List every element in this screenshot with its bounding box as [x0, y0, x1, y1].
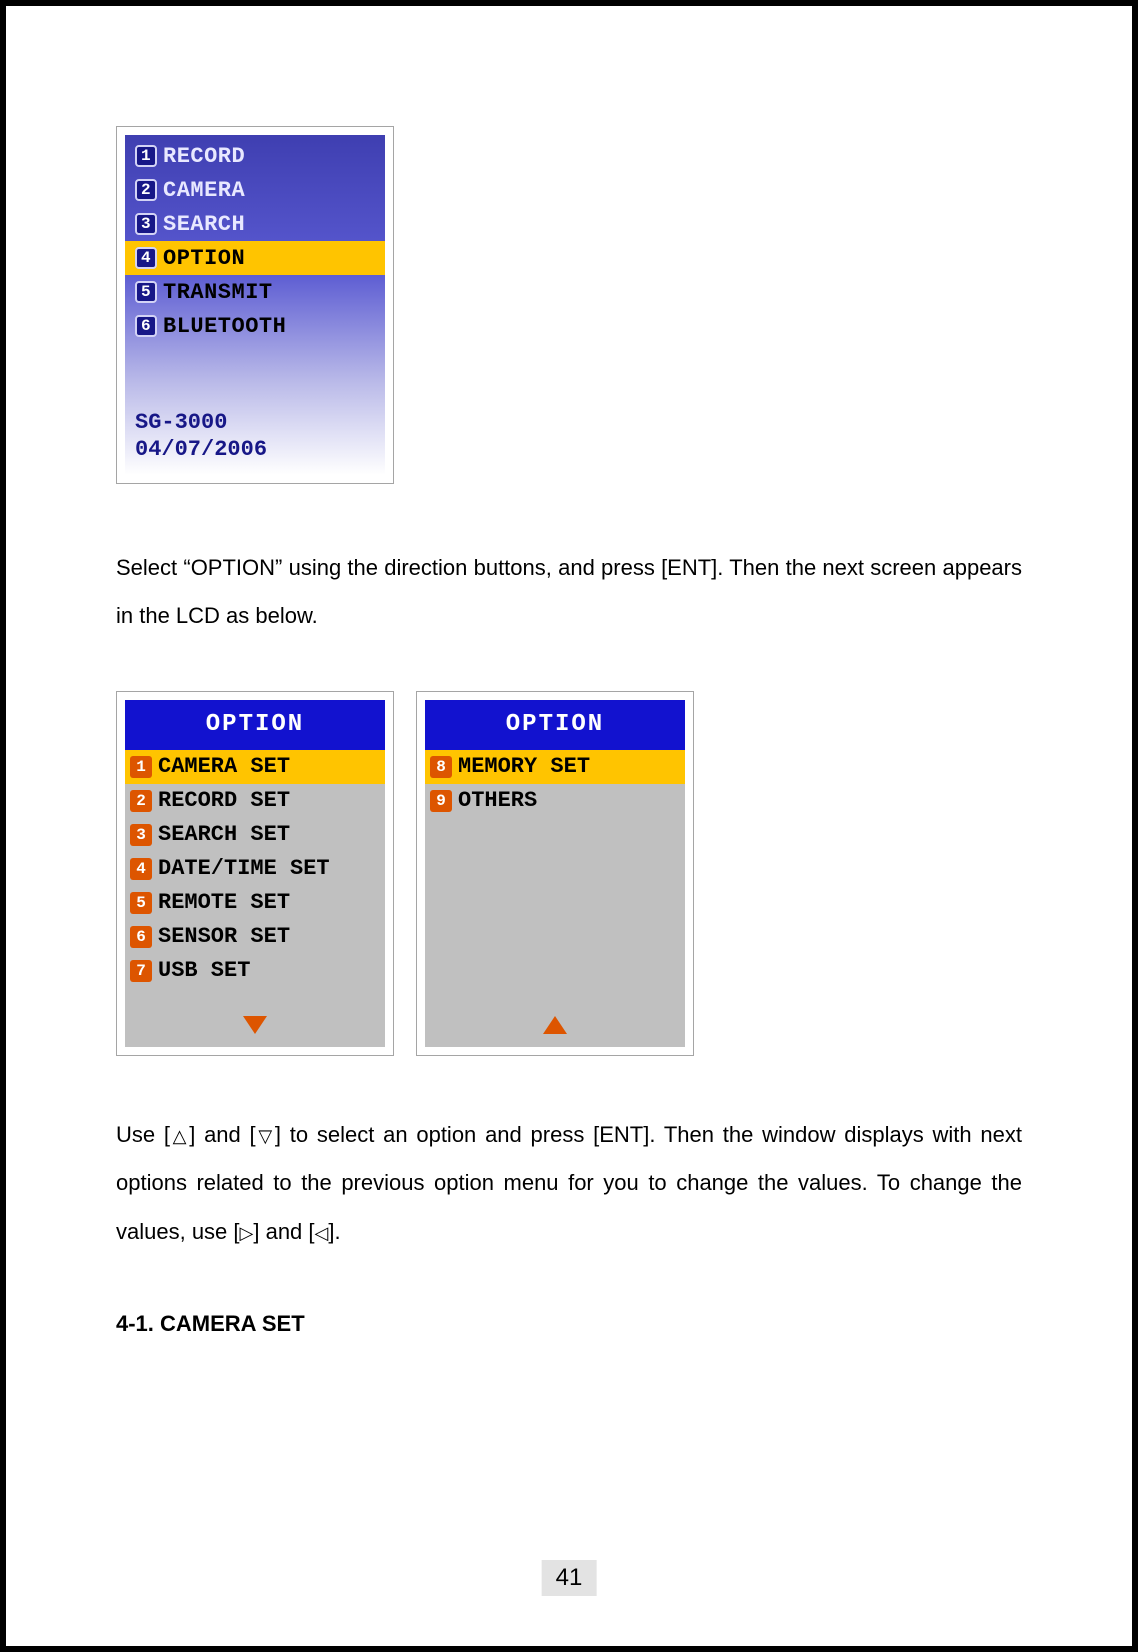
option-item-label: CAMERA SET [158, 754, 290, 779]
device-info: SG-3000 04/07/2006 [135, 410, 267, 463]
option-item-label: DATE/TIME SET [158, 856, 330, 881]
main-menu-item[interactable]: 1 RECORD [125, 139, 385, 173]
option-item[interactable]: 5 REMOTE SET [125, 886, 385, 920]
option-item-label: OTHERS [458, 788, 537, 813]
p2a: Use [ [116, 1122, 170, 1147]
menu-item-label: CAMERA [163, 178, 245, 203]
p2b: ] and [ [189, 1122, 255, 1147]
option-item[interactable]: 1 CAMERA SET [125, 750, 385, 784]
option-item[interactable]: 2 RECORD SET [125, 784, 385, 818]
menu-item-number: 3 [135, 213, 157, 235]
option-item[interactable]: 4 DATE/TIME SET [125, 852, 385, 886]
down-arrow-icon: ▽ [256, 1126, 275, 1146]
option-item-number: 7 [130, 960, 152, 982]
option-screens-row: OPTION 1 CAMERA SET 2 RECORD SET 3 SEARCH SET… [116, 691, 1022, 1056]
main-menu-item[interactable]: 5 TRANSMIT [125, 275, 385, 309]
option-list-left: 1 CAMERA SET 2 RECORD SET 3 SEARCH SET 4 DATE/T… [125, 750, 385, 988]
paragraph-select-option: Select “OPTION” using the direction butt… [116, 544, 1022, 641]
main-menu-item[interactable]: 2 CAMERA [125, 173, 385, 207]
option-title-left: OPTION [125, 700, 385, 750]
option-item-label: MEMORY SET [458, 754, 590, 779]
scroll-up-icon [425, 1016, 685, 1039]
menu-item-label: RECORD [163, 144, 245, 169]
menu-item-number: 5 [135, 281, 157, 303]
device-model: SG-3000 [135, 410, 267, 436]
option-lcd-right: OPTION 8 MEMORY SET 9 OTHERS [416, 691, 694, 1056]
menu-item-label: BLUETOOTH [163, 314, 286, 339]
option-list-right: 8 MEMORY SET 9 OTHERS [425, 750, 685, 818]
main-menu-list: 1 RECORD 2 CAMERA 3 SEARCH 4 OPTION 5 TRANSMIT 6 BL… [125, 135, 385, 343]
menu-item-number: 1 [135, 145, 157, 167]
option-item-number: 6 [130, 926, 152, 948]
scroll-down-icon [125, 1016, 385, 1039]
page-number: 41 [542, 1560, 597, 1596]
menu-item-number: 4 [135, 247, 157, 269]
option-screen-left: OPTION 1 CAMERA SET 2 RECORD SET 3 SEARCH SET… [125, 700, 385, 1047]
option-item[interactable]: 8 MEMORY SET [425, 750, 685, 784]
left-arrow-icon: ◁ [315, 1223, 329, 1243]
option-item-label: SENSOR SET [158, 924, 290, 949]
option-item[interactable]: 9 OTHERS [425, 784, 685, 818]
menu-item-number: 6 [135, 315, 157, 337]
option-item-number: 2 [130, 790, 152, 812]
section-heading-4-1: 4-1. CAMERA SET [116, 1311, 1022, 1337]
option-title-right: OPTION [425, 700, 685, 750]
option-item-label: REMOTE SET [158, 890, 290, 915]
main-menu-item[interactable]: 3 SEARCH [125, 207, 385, 241]
option-item-label: RECORD SET [158, 788, 290, 813]
option-item-number: 9 [430, 790, 452, 812]
page-content: 1 RECORD 2 CAMERA 3 SEARCH 4 OPTION 5 TRANSMIT 6 BL… [116, 126, 1022, 1337]
menu-item-number: 2 [135, 179, 157, 201]
device-date: 04/07/2006 [135, 437, 267, 463]
main-menu-item[interactable]: 4 OPTION [125, 241, 385, 275]
right-arrow-icon: ▷ [240, 1223, 254, 1243]
p2e: ]. [328, 1219, 340, 1244]
option-item[interactable]: 3 SEARCH SET [125, 818, 385, 852]
main-menu-item[interactable]: 6 BLUETOOTH [125, 309, 385, 343]
option-item-number: 8 [430, 756, 452, 778]
option-item-number: 5 [130, 892, 152, 914]
option-item[interactable]: 7 USB SET [125, 954, 385, 988]
main-menu-screen: 1 RECORD 2 CAMERA 3 SEARCH 4 OPTION 5 TRANSMIT 6 BL… [125, 135, 385, 475]
option-item-label: USB SET [158, 958, 250, 983]
p2d: ] and [ [253, 1219, 314, 1244]
document-page: 1 RECORD 2 CAMERA 3 SEARCH 4 OPTION 5 TRANSMIT 6 BL… [0, 0, 1138, 1652]
up-arrow-icon: △ [170, 1126, 189, 1146]
menu-item-label: SEARCH [163, 212, 245, 237]
option-item-number: 3 [130, 824, 152, 846]
paragraph-use-arrows: Use [△] and [▽] to select an option and … [116, 1111, 1022, 1256]
option-screen-right: OPTION 8 MEMORY SET 9 OTHERS [425, 700, 685, 1047]
menu-item-label: TRANSMIT [163, 280, 273, 305]
option-item[interactable]: 6 SENSOR SET [125, 920, 385, 954]
option-lcd-left: OPTION 1 CAMERA SET 2 RECORD SET 3 SEARCH SET… [116, 691, 394, 1056]
main-menu-lcd: 1 RECORD 2 CAMERA 3 SEARCH 4 OPTION 5 TRANSMIT 6 BL… [116, 126, 394, 484]
menu-item-label: OPTION [163, 246, 245, 271]
option-item-label: SEARCH SET [158, 822, 290, 847]
option-item-number: 4 [130, 858, 152, 880]
option-item-number: 1 [130, 756, 152, 778]
